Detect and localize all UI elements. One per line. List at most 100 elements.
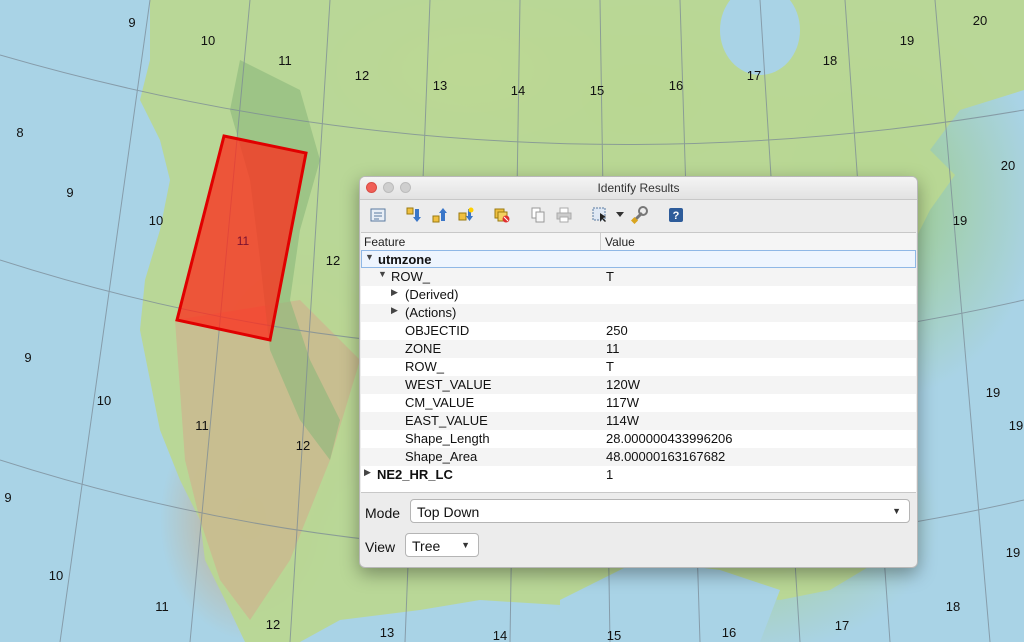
zone-number-label: 17 — [747, 68, 761, 83]
select-features-icon — [592, 207, 606, 222]
copy-feature-button[interactable] — [526, 204, 550, 226]
chevron-down-icon: ▼ — [461, 540, 470, 550]
attribute-name: EAST_VALUE — [405, 413, 488, 428]
view-label: View — [365, 539, 396, 555]
zone-number-label: 11 — [195, 418, 209, 433]
svg-text:?: ? — [673, 210, 680, 222]
expand-new-icon — [458, 207, 474, 221]
select-features-button[interactable] — [588, 204, 612, 226]
zone-number-label: 10 — [49, 568, 63, 583]
zone-number-label: 9 — [66, 185, 73, 200]
zone-number-label: 19 — [1006, 545, 1020, 560]
tree-row-actions[interactable]: ▶ (Actions) — [361, 304, 916, 322]
zone-number-label: 14 — [511, 83, 525, 98]
zone-number-label: 20 — [973, 13, 987, 28]
tree-row-layer[interactable]: ▼ utmzone — [361, 250, 916, 268]
attribute-value: 250 — [606, 323, 628, 338]
zone-number-label: 16 — [722, 625, 736, 640]
zone-number-label: 10 — [149, 213, 163, 228]
tree-header: Feature Value — [361, 233, 916, 251]
feature-column-header[interactable]: Feature — [364, 235, 405, 249]
results-tree[interactable]: Feature Value ▼ utmzone ▼ ROW_ T ▶ (Deri… — [361, 232, 916, 493]
attribute-name: ROW_ — [405, 359, 444, 374]
mode-select[interactable]: Top Down ▼ — [410, 499, 910, 523]
tree-row-attribute[interactable]: ZONE 11 — [361, 340, 916, 358]
zone-number-label: 9 — [24, 350, 31, 365]
attribute-value: 120W — [606, 377, 640, 392]
zone-number-label: 12 — [296, 438, 310, 453]
expand-new-button[interactable] — [454, 204, 478, 226]
settings-button[interactable] — [628, 204, 652, 226]
zone-number-label: 13 — [433, 78, 447, 93]
print-icon — [556, 207, 572, 223]
dialog-titlebar[interactable]: Identify Results — [360, 177, 917, 200]
attribute-value: 11 — [606, 341, 620, 356]
chevron-down-icon: ▼ — [892, 506, 901, 516]
help-icon: ? — [669, 208, 683, 222]
actions-label: (Actions) — [405, 305, 457, 320]
zone-number-label: 14 — [493, 628, 507, 642]
zone-number-label: 10 — [201, 33, 215, 48]
zone-number-label: 9 — [4, 490, 11, 505]
feature-name: ROW_ — [391, 269, 430, 284]
attribute-value: 114W — [606, 413, 639, 428]
tree-row-attribute[interactable]: OBJECTID 250 — [361, 322, 916, 340]
identify-results-dialog[interactable]: Identify Results ? Feature Value ▼ utmzo… — [359, 176, 918, 568]
tree-row-derived[interactable]: ▶ (Derived) — [361, 286, 916, 304]
dropdown-arrow-icon — [616, 212, 624, 217]
expand-arrow-icon[interactable]: ▶ — [391, 305, 398, 316]
view-select[interactable]: Tree ▼ — [405, 533, 479, 557]
expand-all-button[interactable] — [402, 204, 426, 226]
zone-number-label: 17 — [835, 618, 849, 633]
collapse-all-button[interactable] — [428, 204, 452, 226]
collapse-arrow-icon[interactable]: ▼ — [365, 252, 374, 262]
zone-number-label: 11 — [155, 599, 169, 614]
zone-number-label: 13 — [380, 625, 394, 640]
identify-toolbar: ? — [360, 200, 917, 230]
copy-feature-icon — [531, 207, 545, 223]
zone-number-label: 11 — [278, 53, 292, 68]
attribute-name: OBJECTID — [405, 323, 470, 338]
tree-row-attribute[interactable]: WEST_VALUE 120W — [361, 376, 916, 394]
expand-all-icon — [406, 207, 421, 222]
attribute-name: CM_VALUE — [405, 395, 475, 410]
layer-value: 1 — [606, 467, 614, 482]
zone-number-label: 15 — [590, 83, 604, 98]
view-selected-value: Tree — [412, 538, 441, 554]
tree-row-attribute[interactable]: EAST_VALUE 114W — [361, 412, 916, 430]
tree-row-attribute[interactable]: ROW_ T — [361, 358, 916, 376]
attribute-value: T — [606, 359, 614, 374]
tree-row-feature[interactable]: ▼ ROW_ T — [361, 268, 916, 286]
clear-results-button[interactable] — [490, 204, 514, 226]
zone-number-label: 19 — [986, 385, 1000, 400]
layer-name: NE2_HR_LC — [377, 467, 453, 482]
attribute-name: WEST_VALUE — [405, 377, 492, 392]
tree-row-attribute[interactable]: CM_VALUE 117W — [361, 394, 916, 412]
selected-zone-label: 11 — [237, 234, 250, 248]
help-button[interactable]: ? — [664, 204, 688, 226]
clear-results-icon — [494, 208, 510, 223]
print-button[interactable] — [552, 204, 576, 226]
collapse-arrow-icon[interactable]: ▼ — [378, 269, 387, 279]
attribute-value: 28.000000433996206 — [606, 431, 733, 446]
expand-tree-button[interactable] — [366, 204, 390, 226]
zone-number-label: 12 — [355, 68, 369, 83]
expand-tree-icon — [370, 208, 386, 222]
zone-number-label: 15 — [607, 628, 621, 642]
zone-number-label: 18 — [823, 53, 837, 68]
expand-arrow-icon[interactable]: ▶ — [364, 467, 371, 478]
attribute-name: ZONE — [405, 341, 442, 356]
select-features-dropdown[interactable] — [614, 204, 626, 226]
feature-value: T — [606, 269, 614, 284]
tree-row-attribute[interactable]: Shape_Length 28.000000433996206 — [361, 430, 916, 448]
tree-row-attribute[interactable]: Shape_Area 48.00000163167682 — [361, 448, 916, 466]
value-column-header[interactable]: Value — [605, 235, 635, 249]
attribute-name: Shape_Area — [405, 449, 478, 464]
collapse-all-icon — [432, 208, 447, 223]
zone-number-label: 19 — [953, 213, 967, 228]
tree-row-layer[interactable]: ▶ NE2_HR_LC 1 — [361, 466, 916, 484]
zone-number-label: 16 — [669, 78, 683, 93]
expand-arrow-icon[interactable]: ▶ — [391, 287, 398, 298]
dialog-title: Identify Results — [597, 181, 680, 195]
zone-number-label: 18 — [946, 599, 960, 614]
